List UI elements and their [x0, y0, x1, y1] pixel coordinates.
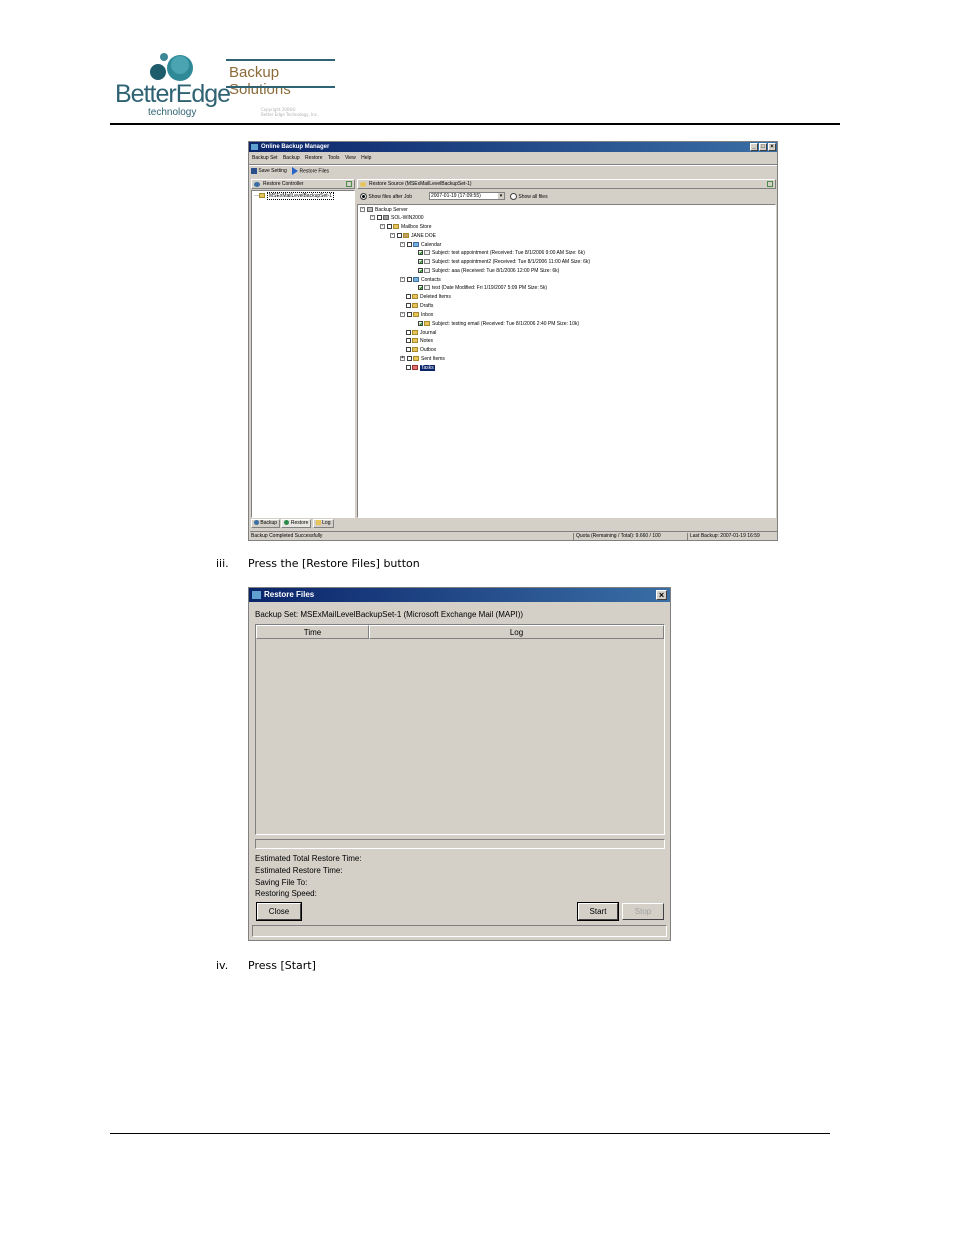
status-text: Backup Completed Successfully [251, 533, 323, 539]
minimize-button[interactable]: _ [750, 143, 758, 151]
backup-set-label: Backup Set: MSExMailLevelBackupSet-1 (Mi… [255, 610, 524, 619]
start-button[interactable]: Start [577, 902, 619, 921]
save-setting-button[interactable]: Save Setting [258, 168, 286, 174]
close-button[interactable]: × [768, 143, 776, 151]
step-iii-text: Press the [Restore Files] button [248, 557, 420, 570]
company-logo: BetterEdge technology Backup Solutions C… [112, 50, 342, 122]
logo-tagline: technology [148, 107, 197, 118]
log-table: Time Log [255, 624, 665, 835]
folder-icon [259, 193, 265, 199]
menu-view[interactable]: View [345, 155, 356, 161]
tree-node[interactable]: - SOL-WIN2000 [370, 215, 424, 222]
chevron-down-icon[interactable]: ▾ [498, 193, 504, 199]
tree-node[interactable]: Deleted Items [406, 294, 451, 301]
last-backup-text: Last Backup: 2007-01-19 16:59 [687, 533, 760, 540]
tree-node[interactable]: - Backup Server [360, 207, 408, 214]
progress-bar [255, 839, 665, 849]
tree-node[interactable]: - Contacts [400, 277, 441, 284]
app-icon [251, 144, 258, 150]
tab-backup[interactable]: Backup [251, 519, 281, 528]
logo-product: Backup Solutions [229, 64, 291, 98]
tree-node[interactable]: Subject: test appointment2 (Received: Tu… [418, 259, 590, 266]
restore-controller-panel: Restore Controller — MSExMailLevelBackupS… [251, 179, 355, 518]
logo-copyright-2: Better Edge Technology, Inc. [261, 112, 319, 117]
step-iii-number: iii. [216, 557, 229, 570]
obm-title: Online Backup Manager [261, 144, 330, 150]
tree-node[interactable]: Subject: test appointment (Received: Tue… [418, 250, 585, 257]
logo-product-rule-top [226, 59, 335, 61]
restore-controller-header: Restore Controller [251, 179, 355, 189]
step-iv-text: Press [Start] [248, 959, 316, 972]
app-icon [252, 591, 261, 599]
restoring-speed-label: Restoring Speed: [255, 889, 317, 898]
tree-node[interactable]: Subject: testing email (Received: Tue 8/… [418, 321, 579, 328]
controller-tree: — MSExMailLevelBackupSet-1 [251, 190, 355, 518]
est-total-label: Estimated Total Restore Time: [255, 854, 362, 863]
stop-button[interactable]: Stop [622, 903, 664, 920]
obm-window: Online Backup Manager _ □ × Backup Set B… [248, 141, 778, 541]
step-iv-number: iv. [216, 959, 229, 972]
menu-tools[interactable]: Tools [328, 155, 340, 161]
maximize-button[interactable]: □ [759, 143, 767, 151]
close-dialog-button[interactable]: Close [256, 902, 302, 921]
dialog-title: Restore Files [264, 590, 315, 599]
dialog-status-bar [252, 925, 667, 937]
restore-source-header: Restore Source (MSExMailLevelBackupSet-1… [357, 179, 776, 189]
filter-bar: Show files after Job [360, 193, 412, 201]
tree-node[interactable]: test (Date Modified: Fri 1/19/2007 5:09 … [418, 285, 547, 292]
column-header-time[interactable]: Time [256, 625, 369, 639]
restore-source-panel: Restore Source (MSExMailLevelBackupSet-1… [357, 179, 776, 518]
controller-icon [254, 182, 260, 187]
play-icon [292, 167, 299, 175]
menu-restore[interactable]: Restore [305, 155, 323, 161]
restore-files-dialog: Restore Files × Backup Set: MSExMailLeve… [248, 587, 671, 941]
status-bar: Backup Completed Successfully Quota (Rem… [250, 531, 777, 541]
tree-node[interactable]: Notes [406, 338, 433, 345]
footer-rule [110, 1133, 830, 1134]
save-icon [251, 168, 257, 174]
menu-backup-set[interactable]: Backup Set [252, 155, 278, 161]
menu-bar: Backup Set Backup Restore Tools View Hel… [252, 155, 371, 162]
quota-text: Quota (Remaining / Total): 9.660 / 100 [573, 533, 661, 540]
tree-node[interactable]: - JANE DOE [390, 233, 436, 240]
tab-log[interactable]: Log [312, 519, 334, 528]
restore-files-button[interactable]: Restore Files [300, 168, 329, 174]
refresh-icon[interactable] [346, 181, 352, 187]
menu-help[interactable]: Help [361, 155, 371, 161]
tree-node[interactable]: - Mailbox Store [380, 224, 432, 231]
refresh-icon[interactable] [767, 181, 773, 187]
tree-node[interactable]: - Inbox [400, 312, 433, 319]
logo-brand: BetterEdge [115, 80, 231, 108]
obm-titlebar: Online Backup Manager _ □ × [249, 142, 777, 152]
dialog-titlebar: Restore Files × [249, 588, 670, 602]
backup-set-item[interactable]: — MSExMailLevelBackupSet-1 [254, 192, 335, 200]
tree-node[interactable]: + Sent Items [400, 356, 445, 363]
est-restore-label: Estimated Restore Time: [255, 866, 343, 875]
menu-backup[interactable]: Backup [283, 155, 300, 161]
column-header-log[interactable]: Log [369, 625, 664, 639]
header-rule [110, 123, 840, 125]
tree-node[interactable]: Drafts [406, 303, 433, 310]
tree-node[interactable]: Subject: aaa (Received: Tue 8/1/2006 12:… [418, 268, 559, 275]
source-icon [360, 182, 366, 187]
radio-show-all[interactable]: Show all files [510, 193, 548, 201]
tree-node[interactable]: Journal [406, 330, 436, 337]
toolbar: Save Setting Restore Files [251, 167, 329, 175]
saving-file-label: Saving File To: [255, 878, 308, 887]
close-button[interactable]: × [656, 590, 667, 600]
radio-after-job[interactable] [360, 193, 367, 200]
bottom-tabs: Backup Restore Log [251, 519, 334, 528]
source-tree: - Backup Server - SOL-WIN2000 - Mailbox Sto… [357, 204, 776, 518]
logo-product-rule-bottom [226, 86, 335, 88]
job-date-select[interactable]: 2007-01-19 (17:09:55) ▾ [429, 192, 505, 200]
tree-node[interactable]: Outbox [406, 347, 436, 354]
tree-node-selected[interactable]: Tasks [406, 365, 435, 372]
menu-divider [249, 164, 777, 166]
tab-restore[interactable]: Restore [281, 519, 312, 528]
tree-node[interactable]: - Calendar [400, 242, 441, 249]
